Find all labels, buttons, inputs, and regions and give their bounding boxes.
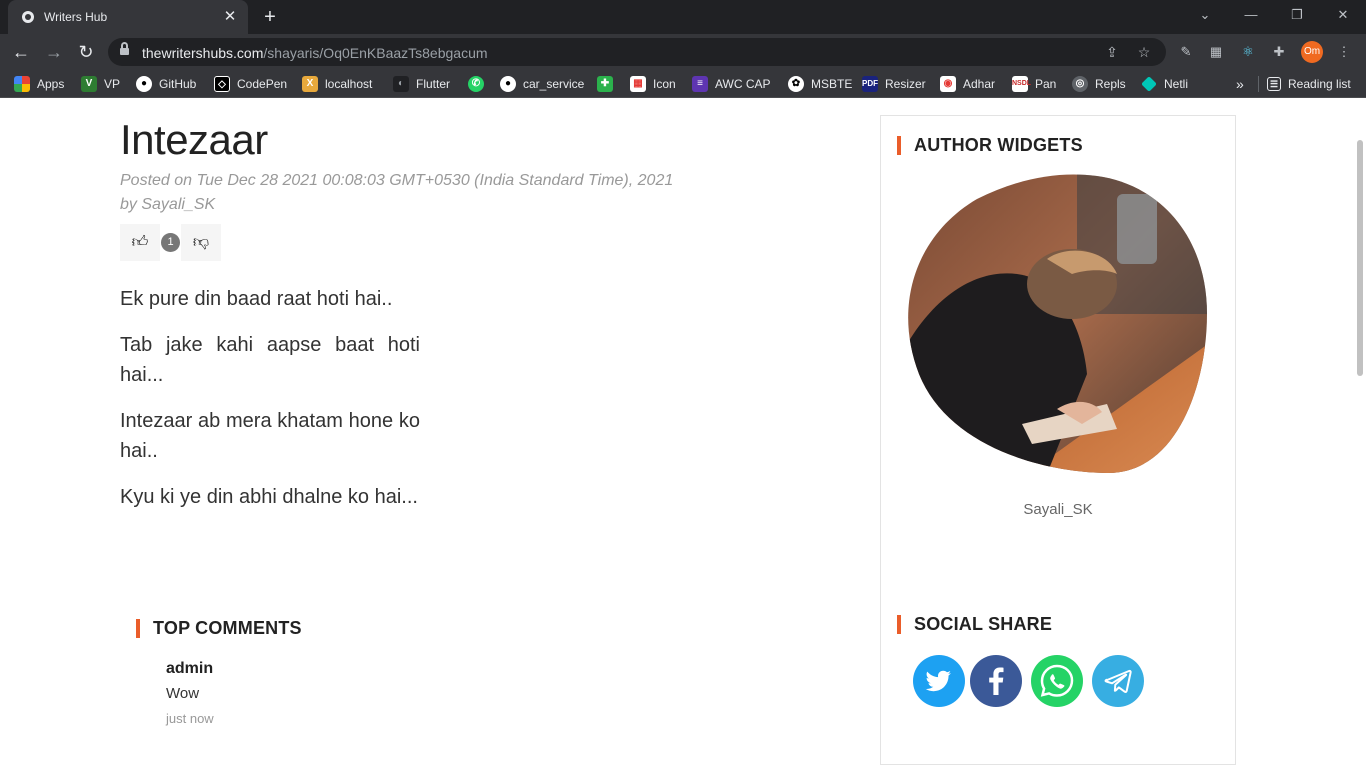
browser-tab[interactable]: Writers Hub ✕	[8, 0, 248, 34]
more-bookmarks-chevron-icon[interactable]: »	[1236, 75, 1244, 93]
minimize-button[interactable]: —	[1228, 0, 1274, 32]
bookmark-icon[interactable]: ▦ Icon	[630, 75, 676, 93]
bookmark-star-icon[interactable]: ☆	[1134, 42, 1154, 62]
tab-search-icon[interactable]: ⌄	[1182, 0, 1228, 32]
poem-line: Ek pure din baad raat hoti hai..	[120, 288, 393, 310]
post-meta: Posted on Tue Dec 28 2021 00:08:03 GMT+0…	[120, 169, 740, 217]
bookmark-flutter[interactable]: ◐ Flutter	[393, 75, 450, 93]
bookmark-repls[interactable]: ◎ Repls	[1072, 75, 1126, 93]
green-app-icon: ✚	[597, 76, 613, 92]
post-body: Ek pure din baad raat hoti hai.. Tab jak…	[120, 284, 420, 528]
poem-line: Kyu ki ye din abhi dhalne ko hai...	[120, 486, 418, 508]
close-window-button[interactable]: ✕	[1320, 0, 1366, 32]
bookmarks-bar: Apps V VP ● GitHub ◇ CodePen Xlocalhost ◐ Fl…	[0, 70, 1366, 98]
profile-avatar[interactable]: Om	[1301, 41, 1323, 63]
author-avatar	[908, 174, 1207, 474]
address-bar[interactable]: thewritershubs.com/shayaris/Oq0EnKBaazTs…	[108, 38, 1166, 66]
forward-icon[interactable]: →	[41, 39, 67, 65]
close-tab-icon[interactable]: ✕	[220, 7, 240, 27]
bookmark-msbte[interactable]: ✿ MSBTE	[788, 75, 852, 93]
vote-group: 👍︎ 1 👎︎	[120, 224, 223, 261]
comments-heading: TOP COMMENTS	[136, 618, 302, 639]
bookmark-awc-cap[interactable]: ≡ AWC CAP	[692, 75, 771, 93]
netlify-icon	[1141, 76, 1157, 92]
author-name: Sayali_SK	[1023, 501, 1093, 518]
facebook-share-button[interactable]	[970, 655, 1022, 707]
comment-author: admin	[166, 660, 214, 677]
dislike-button[interactable]: 👎︎	[181, 224, 221, 261]
web-page: Intezaar Posted on Tue Dec 28 2021 00:08…	[0, 98, 1366, 768]
title-bar: Writers Hub ✕ + ⌄ — ❐ ✕	[0, 0, 1366, 34]
pen-extension-icon[interactable]: ✎	[1176, 42, 1196, 62]
bookmark-adhar[interactable]: ◉ Adhar	[940, 75, 995, 93]
bookmark-vp[interactable]: V VP	[81, 75, 120, 93]
bookmark-github[interactable]: ● GitHub	[136, 75, 196, 93]
repls-icon: ◎	[1072, 76, 1088, 92]
author-widgets-heading: AUTHOR WIDGETS	[897, 135, 1083, 156]
more-menu-icon[interactable]: ⋮	[1334, 42, 1354, 62]
apps-grid-icon	[14, 76, 30, 92]
resizer-icon: PDF	[862, 76, 878, 92]
grid-extension-icon[interactable]: ▦	[1206, 42, 1226, 62]
url-text[interactable]: thewritershubs.com/shayaris/Oq0EnKBaazTs…	[142, 45, 488, 61]
comment-text: Wow	[166, 685, 200, 702]
bookmark-car-service[interactable]: ● car_service	[500, 75, 584, 93]
tab-title: Writers Hub	[44, 10, 108, 24]
extensions-puzzle-icon[interactable]: ✚	[1269, 42, 1289, 62]
poem-line: Tab jake kahi aapse baat hoti hai...	[120, 334, 420, 386]
whatsapp-share-button[interactable]	[1031, 655, 1083, 707]
telegram-share-button[interactable]	[1092, 655, 1144, 707]
restore-button[interactable]: ❐	[1274, 0, 1320, 32]
flutter-icon: ◐	[393, 76, 409, 92]
post-date: Posted on Tue Dec 28 2021 00:08:03 GMT+0…	[120, 172, 674, 189]
pan-icon: NSDL	[1012, 76, 1031, 92]
telegram-icon	[1104, 669, 1132, 693]
new-tab-button[interactable]: +	[258, 5, 282, 29]
adhar-icon: ◉	[940, 76, 956, 92]
whatsapp-icon	[1040, 664, 1074, 697]
lock-icon[interactable]	[120, 42, 129, 57]
bookmark-netlify[interactable]: Netli	[1141, 75, 1188, 93]
bookmark-localhost[interactable]: Xlocalhost	[302, 75, 372, 93]
react-devtools-icon[interactable]: ⚛	[1238, 42, 1258, 62]
browser-toolbar: ← → ↻ thewritershubs.com/shayaris/Oq0EnK…	[0, 34, 1366, 70]
page-scrollbar[interactable]	[1354, 98, 1366, 768]
back-icon[interactable]: ←	[8, 39, 34, 65]
codepen-icon: ◇	[214, 76, 230, 92]
bookmark-green-app[interactable]: ✚	[597, 75, 620, 93]
thumbs-down-icon: 👎︎	[192, 234, 210, 251]
like-button[interactable]: 👍︎	[120, 224, 160, 261]
github-icon: ●	[500, 76, 516, 92]
bookmark-whatsapp[interactable]: ✆	[468, 75, 491, 93]
social-share-heading: SOCIAL SHARE	[897, 614, 1052, 635]
bookmarks-divider	[1258, 76, 1259, 92]
post-title: Intezaar	[120, 116, 268, 163]
share-icon[interactable]: ⇪	[1102, 42, 1122, 62]
icon-site-icon: ▦	[630, 76, 646, 92]
bookmark-apps[interactable]: Apps	[14, 75, 64, 93]
bookmark-resizer[interactable]: PDF Resizer	[862, 75, 926, 93]
bookmark-pan[interactable]: NSDL Pan	[1012, 75, 1056, 93]
github-icon: ●	[136, 76, 152, 92]
msbte-icon: ✿	[788, 76, 804, 92]
like-count-badge: 1	[161, 233, 180, 252]
twitter-icon	[925, 670, 951, 692]
reading-list-icon: ☰	[1267, 77, 1281, 91]
poem-line: Intezaar ab mera khatam hone ko hai..	[120, 410, 420, 462]
reading-list-button[interactable]: ☰ Reading list	[1267, 75, 1351, 93]
scrollbar-thumb[interactable]	[1357, 140, 1363, 376]
vp-icon: V	[81, 76, 97, 92]
thumbs-up-icon: 👍︎	[131, 234, 149, 251]
comment-time: just now	[166, 711, 214, 726]
twitter-share-button[interactable]	[913, 655, 965, 707]
xampp-icon: X	[302, 76, 318, 92]
awc-icon: ≡	[692, 76, 708, 92]
post-author-link[interactable]: by Sayali_SK	[120, 193, 740, 217]
whatsapp-bookmark-icon: ✆	[468, 76, 484, 92]
reload-icon[interactable]: ↻	[73, 39, 99, 65]
facebook-icon	[989, 667, 1004, 695]
site-favicon-icon	[22, 11, 34, 23]
bookmark-codepen[interactable]: ◇ CodePen	[214, 75, 287, 93]
